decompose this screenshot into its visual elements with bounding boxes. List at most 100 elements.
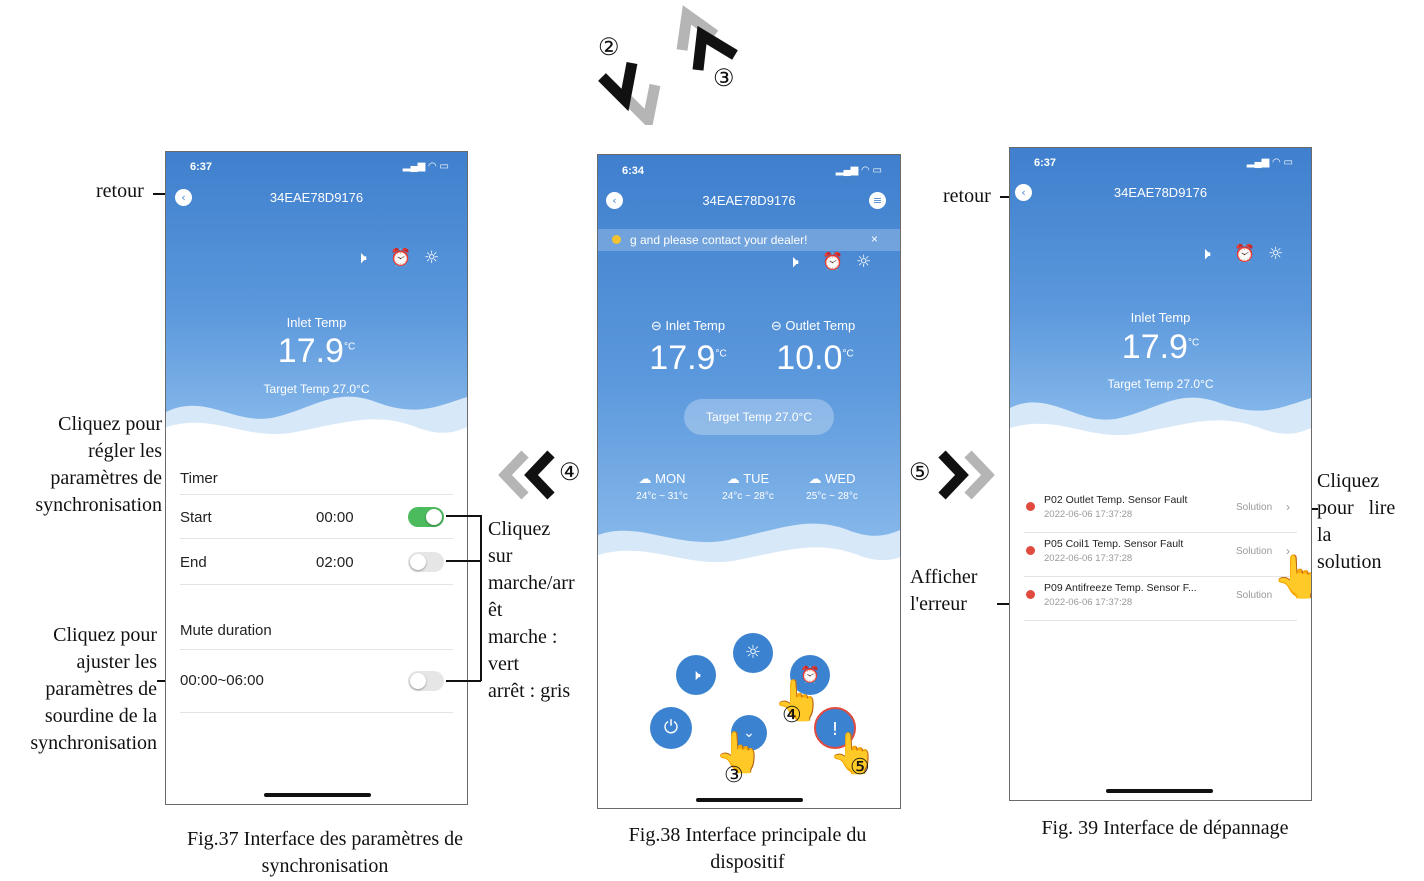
error-alert-icon — [1026, 590, 1035, 599]
error-time: 2022-06-06 17:37:28 — [1044, 509, 1133, 520]
error-alert-icon — [1026, 546, 1035, 555]
unit-label: °C — [1187, 337, 1200, 349]
sync-settings-note: Cliquez pour régler les paramètres de sy… — [5, 411, 162, 519]
inlet-temp-value: 17.9°C — [166, 332, 467, 371]
tap-hand-icon: 👆 — [1272, 552, 1311, 602]
error-item[interactable]: P05 Coil1 Temp. Sensor Fault 2022-06-06 … — [1024, 538, 1297, 574]
mute-duration-heading: Mute duration — [180, 622, 272, 639]
inlet-temp-number: 17.9 — [649, 339, 716, 377]
phone-timer-settings: 6:37 ▂▄▆ ◠ ▭ ‹ 34EAE78D9176 🕨 ⏰ ☼ Inlet … — [165, 151, 468, 805]
step-4-label: ④ — [559, 460, 581, 486]
error-time: 2022-06-06 17:37:28 — [1044, 597, 1133, 608]
sun-icon[interactable]: ☼ — [424, 248, 439, 268]
target-temp-button[interactable]: Target Temp 27.0°C — [684, 399, 834, 435]
divider — [180, 712, 453, 713]
home-indicator[interactable] — [1106, 789, 1213, 793]
toggle-knob — [410, 554, 426, 570]
error-item[interactable]: P02 Outlet Temp. Sensor Fault 2022-06-06… — [1024, 494, 1297, 530]
divider — [180, 584, 453, 585]
timer-heading: Timer — [180, 470, 218, 487]
forecast-day: TUE — [743, 471, 770, 486]
mute-note-line: paramètres de — [45, 678, 157, 700]
chevron-right-icon[interactable]: › — [1286, 500, 1290, 514]
sun-mode-button[interactable]: ☼ — [733, 633, 773, 673]
forecast-day: MON — [655, 471, 686, 486]
home-indicator[interactable] — [696, 798, 803, 802]
sync-note-line: paramètres de — [50, 467, 162, 489]
end-time[interactable]: 02:00 — [316, 554, 354, 571]
outlet-label-text: Outlet Temp — [785, 318, 856, 333]
start-toggle-on[interactable] — [408, 507, 444, 527]
unit-label: °C — [343, 341, 356, 353]
sync-note-line: Cliquez pour — [58, 413, 162, 435]
divider — [180, 538, 453, 539]
divider — [180, 649, 453, 650]
toggle-knob — [426, 509, 442, 525]
mute-button[interactable]: 🕨 — [676, 655, 716, 695]
sync-note-line: synchronisation — [35, 494, 162, 516]
error-name: P05 Coil1 Temp. Sensor Fault — [1044, 538, 1184, 550]
outlet-temp-value: 10.0°C — [760, 339, 870, 378]
mute-icon[interactable]: 🕨 — [1200, 244, 1211, 264]
solution-note-line: la — [1317, 524, 1332, 546]
mute-icon[interactable]: 🕨 — [356, 248, 367, 268]
fig38-caption: Fig.38 Interface principale du dispositi… — [628, 824, 867, 873]
power-button[interactable]: ⏻ — [650, 707, 692, 749]
solution-note-line: Cliquez — [1317, 470, 1380, 492]
step-3-marker: ③ — [724, 762, 744, 787]
onoff-note-line: vert — [488, 653, 520, 675]
cloud-icon: ☁ TUE — [726, 471, 770, 486]
step-5-label: ⑤ — [909, 460, 931, 486]
error-item[interactable]: P09 Antifreeze Temp. Sensor F... 2022-06… — [1024, 582, 1297, 618]
sun-icon[interactable]: ☼ — [856, 252, 871, 272]
start-label: Start — [180, 509, 212, 526]
forecast-range: 24°c ~ 28°c — [722, 491, 774, 502]
warning-dot-icon — [612, 235, 621, 244]
close-icon[interactable]: × — [871, 232, 878, 246]
alarm-clock-icon[interactable]: ⏰ — [1234, 244, 1255, 264]
retour-label-right: retour — [943, 185, 991, 207]
cloud-icon: ☁ WED — [808, 471, 856, 486]
error-view-note: Afficher l'erreur — [910, 564, 1010, 618]
leader-onoff-mute — [446, 680, 481, 682]
forecast-day: WED — [825, 471, 856, 486]
phone-main-interface: 6:34 ▂▄▆ ◠ ▭ ‹ 34EAE78D9176 ≡ g and plea… — [597, 154, 901, 809]
inlet-temp-number: 17.9 — [1121, 328, 1188, 366]
cloud-icon: ☁ MON — [638, 471, 686, 486]
alarm-clock-icon[interactable]: ⏰ — [822, 252, 843, 272]
sun-icon[interactable]: ☼ — [1268, 244, 1283, 264]
inlet-temp-label: ⊖ Inlet Temp — [638, 318, 738, 334]
notice-bar[interactable]: g and please contact your dealer! × — [598, 229, 900, 251]
sync-note-line: régler les — [88, 440, 162, 462]
mute-toggle-off[interactable] — [408, 671, 444, 691]
status-icons: ▂▄▆ ◠ ▭ — [402, 161, 449, 172]
mute-icon[interactable]: 🕨 — [788, 252, 799, 272]
forecast-range: 25°c ~ 28°c — [806, 491, 858, 502]
double-chevron-left — [498, 450, 555, 500]
divider — [180, 494, 453, 495]
error-name: P02 Outlet Temp. Sensor Fault — [1044, 494, 1188, 506]
swipe-chevrons-top — [598, 5, 738, 125]
step-5-marker: ⑤ — [850, 754, 870, 779]
mute-note-line: synchronisation — [30, 732, 157, 754]
solution-link[interactable]: Solution — [1236, 546, 1272, 557]
header-wave — [598, 523, 900, 595]
retour-label-left: retour — [96, 180, 144, 202]
outlet-temp-number: 10.0 — [776, 339, 843, 377]
toggle-knob — [410, 673, 426, 689]
end-toggle-off[interactable] — [408, 552, 444, 572]
inlet-temp-number: 17.9 — [277, 332, 344, 370]
start-time[interactable]: 00:00 — [316, 509, 354, 526]
solution-link[interactable]: Solution — [1236, 590, 1272, 601]
solution-note: Cliquez pour lire la solution — [1317, 468, 1421, 576]
divider — [1024, 620, 1297, 621]
menu-button[interactable]: ≡ — [869, 192, 886, 209]
onoff-note-line: arrêt : gris — [488, 680, 571, 702]
step-4-marker: ④ — [782, 702, 802, 727]
home-indicator[interactable] — [264, 793, 371, 797]
target-temp-label: Target Temp 27.0°C — [263, 382, 370, 396]
solution-link[interactable]: Solution — [1236, 502, 1272, 513]
alarm-clock-icon[interactable]: ⏰ — [390, 248, 411, 268]
step-3-label: ③ — [713, 66, 735, 92]
inlet-temp-value: 17.9°C — [1010, 328, 1311, 367]
